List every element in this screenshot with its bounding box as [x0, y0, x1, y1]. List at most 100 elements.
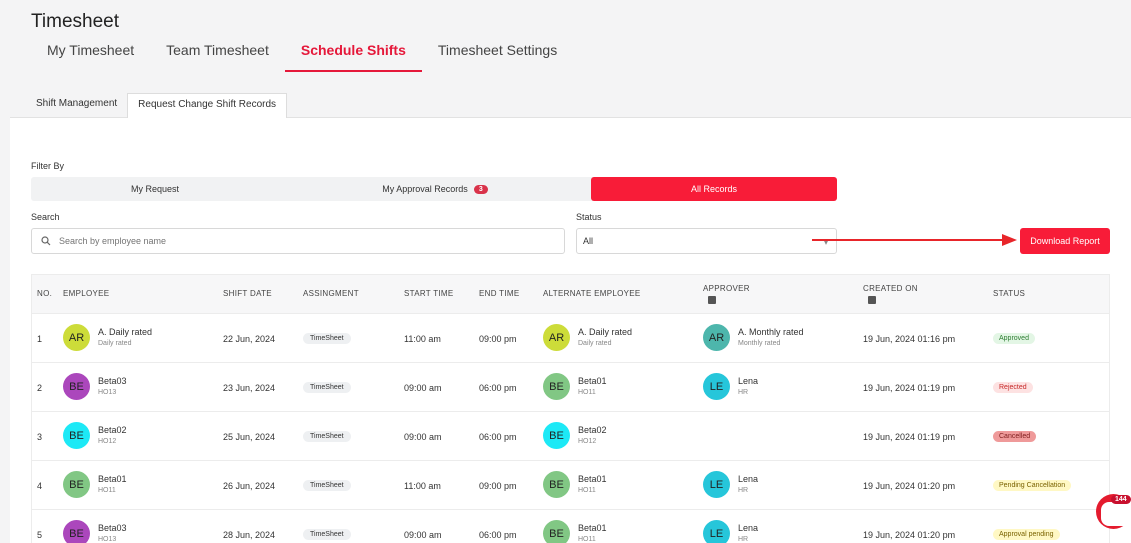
tab-timesheet-settings[interactable]: Timesheet Settings — [422, 38, 573, 72]
alternate-employee-name: Beta01 — [578, 376, 607, 386]
alternate-employee-sub: Daily rated — [578, 340, 612, 347]
status-badge: Approved — [993, 333, 1035, 344]
table-row[interactable]: 1 AR A. Daily rated Daily rated 22 Jun, 2024… — [32, 314, 1109, 363]
approval-count-badge: 3 — [473, 184, 488, 194]
start-time: 09:00 am — [404, 530, 442, 540]
table-header: NO. EMPLOYEE SHIFT DATE ASSINGMENT START… — [32, 275, 1109, 314]
avatar: AR — [703, 324, 730, 351]
avatar: BE — [63, 471, 90, 498]
arrow-right-icon — [812, 234, 1017, 246]
status-label: Status — [576, 212, 602, 222]
start-time: 11:00 am — [404, 481, 441, 491]
table-body: 1 AR A. Daily rated Daily rated 22 Jun, 2024… — [32, 314, 1109, 543]
col-end-time: END TIME — [479, 289, 520, 298]
approver-sub: HR — [738, 389, 749, 396]
filter-label: Filter By — [31, 161, 65, 171]
employee-sub: HO12 — [98, 438, 117, 445]
approver-name: Lena — [738, 474, 759, 484]
approver-name: A. Monthly rated — [738, 327, 804, 337]
notification-count-badge: 144 — [1111, 495, 1131, 504]
end-time: 06:00 pm — [479, 383, 517, 393]
filter-all-records[interactable]: All Records — [591, 177, 837, 201]
search-label: Search — [31, 212, 60, 222]
approver-name: Lena — [738, 376, 759, 386]
assignment-pill: TimeSheet — [303, 529, 351, 540]
start-time: 09:00 am — [404, 383, 442, 393]
status-badge: Pending Cancellation — [993, 480, 1072, 491]
row-number: 4 — [37, 481, 43, 491]
row-number: 3 — [37, 432, 43, 442]
tab-team-timesheet[interactable]: Team Timesheet — [150, 38, 285, 72]
table-row[interactable]: 3 BE Beta02 HO12 25 Jun, 2024 TimeSheet 09:00 … — [32, 412, 1109, 461]
search-input[interactable] — [59, 236, 564, 246]
table-row[interactable]: 2 BE Beta03 HO13 23 Jun, 2024 TimeSheet 09:00 … — [32, 363, 1109, 412]
alternate-employee-name: A. Daily rated — [578, 327, 633, 337]
status-badge: Approval pending — [993, 529, 1060, 540]
col-approver: APPROVER — [703, 284, 750, 293]
col-no: NO. — [37, 289, 53, 298]
employee-sub: HO13 — [98, 536, 117, 543]
status-badge: Rejected — [993, 382, 1033, 393]
sort-icon[interactable] — [868, 296, 876, 304]
alternate-employee-name: Beta01 — [578, 474, 607, 484]
approver-sub: HR — [738, 487, 749, 494]
shift-date: 23 Jun, 2024 — [223, 383, 276, 393]
search-icon — [41, 236, 51, 246]
avatar: LE — [703, 520, 730, 543]
avatar: BE — [63, 520, 90, 543]
created-on: 19 Jun, 2024 01:19 pm — [863, 432, 956, 442]
filter-my-request[interactable]: My Request — [31, 177, 279, 201]
sort-icon[interactable] — [708, 296, 716, 304]
end-time: 06:00 pm — [479, 530, 517, 540]
employee-name: A. Daily rated — [98, 327, 153, 337]
shift-date: 25 Jun, 2024 — [223, 432, 276, 442]
filter-my-approval-label: My Approval Records — [382, 184, 468, 194]
subtab-shift-management[interactable]: Shift Management — [26, 93, 127, 118]
tab-schedule-shifts[interactable]: Schedule Shifts — [284, 38, 422, 72]
tab-my-timesheet[interactable]: My Timesheet — [31, 38, 150, 72]
shift-date: 28 Jun, 2024 — [223, 530, 276, 540]
employee-name: Beta01 — [98, 474, 127, 484]
created-on: 19 Jun, 2024 01:20 pm — [863, 530, 956, 540]
alternate-employee-sub: HO11 — [578, 389, 596, 396]
row-number: 2 — [37, 383, 43, 393]
table-row[interactable]: 4 BE Beta01 HO11 26 Jun, 2024 TimeSheet 11:00 … — [32, 461, 1109, 510]
created-on: 19 Jun, 2024 01:16 pm — [863, 334, 956, 344]
created-on: 19 Jun, 2024 01:19 pm — [863, 383, 956, 393]
status-select-value: All — [583, 236, 594, 246]
assignment-pill: TimeSheet — [303, 431, 351, 442]
employee-sub: Daily rated — [98, 340, 132, 347]
employee-sub: HO13 — [98, 389, 117, 396]
avatar: AR — [543, 324, 570, 351]
search-field[interactable] — [31, 228, 565, 254]
avatar: BE — [543, 520, 570, 543]
col-status: STATUS — [993, 289, 1026, 298]
download-report-button[interactable]: Download Report — [1020, 228, 1110, 254]
employee-name: Beta03 — [98, 523, 127, 533]
approver-sub: HR — [738, 536, 749, 543]
col-alternate-employee: ALTERNATE EMPLOYEE — [543, 289, 641, 298]
avatar: BE — [543, 373, 570, 400]
alternate-employee-sub: HO11 — [578, 536, 596, 543]
alternate-employee-sub: HO11 — [578, 487, 596, 494]
status-badge: Cancelled — [993, 431, 1037, 442]
start-time: 09:00 am — [404, 432, 442, 442]
approver-name: Lena — [738, 523, 759, 533]
table-row[interactable]: 5 BE Beta03 HO13 28 Jun, 2024 TimeSheet 09:00 … — [32, 510, 1109, 543]
filter-segmented-control: My Request My Approval Records 3 All Rec… — [31, 177, 837, 201]
filter-my-approval-records[interactable]: My Approval Records 3 — [279, 177, 591, 201]
approver-sub: Monthly rated — [738, 340, 781, 347]
created-on: 19 Jun, 2024 01:20 pm — [863, 481, 956, 491]
alternate-employee-name: Beta01 — [578, 523, 607, 533]
avatar: AR — [63, 324, 90, 351]
employee-name: Beta03 — [98, 376, 127, 386]
main-tabs: My Timesheet Team Timesheet Schedule Shi… — [31, 38, 573, 72]
status-select[interactable]: All ▾ — [576, 228, 837, 254]
subtab-request-change-shift-records[interactable]: Request Change Shift Records — [127, 93, 288, 118]
col-assignment: ASSINGMENT — [303, 289, 359, 298]
assignment-pill: TimeSheet — [303, 333, 351, 344]
avatar: BE — [543, 422, 570, 449]
avatar: BE — [543, 471, 570, 498]
end-time: 09:00 pm — [479, 334, 517, 344]
col-start-time: START TIME — [404, 289, 454, 298]
